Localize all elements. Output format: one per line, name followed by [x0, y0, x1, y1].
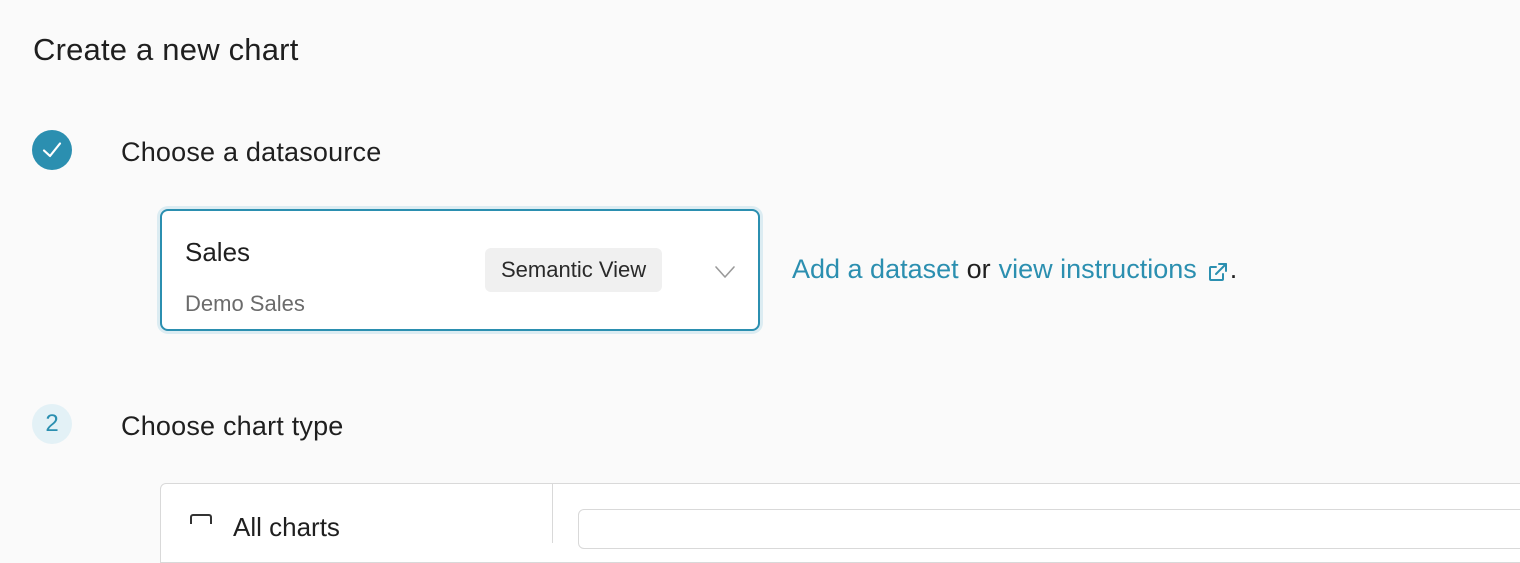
- datasource-select[interactable]: Sales Demo Sales Semantic View: [160, 209, 760, 331]
- chevron-down-icon[interactable]: [714, 260, 736, 282]
- chart-type-panel-divider: [552, 483, 553, 543]
- datasource-type-badge: Semantic View: [485, 248, 663, 292]
- step-complete-check-icon: [32, 130, 72, 170]
- helper-trailing-period: .: [1229, 254, 1238, 284]
- step-2-title: Choose chart type: [121, 411, 344, 441]
- add-dataset-link[interactable]: Add a dataset: [792, 254, 959, 285]
- folder-icon: [190, 514, 212, 524]
- step-1-title: Choose a datasource: [121, 137, 382, 167]
- chart-category-all[interactable]: All charts: [233, 512, 340, 543]
- datasource-name: Sales: [185, 237, 251, 267]
- datasource-helper-text: Add a dataset or view instructions .: [792, 254, 1237, 285]
- step-2-number: 2: [32, 404, 72, 444]
- datasource-database: Demo Sales: [185, 291, 305, 316]
- page-title: Create a new chart: [33, 32, 299, 67]
- chart-type-search-input[interactable]: [578, 509, 1520, 549]
- view-instructions-link[interactable]: view instructions: [999, 254, 1197, 285]
- external-link-icon[interactable]: [1206, 260, 1230, 284]
- helper-or-text: or: [966, 254, 991, 284]
